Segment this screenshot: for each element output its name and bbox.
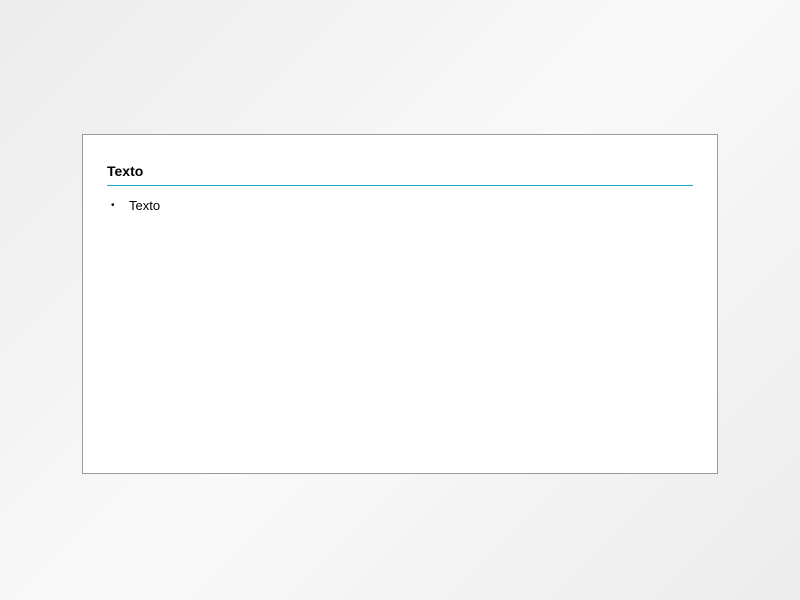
list-item: • Texto	[111, 198, 693, 213]
slide-title: Texto	[107, 163, 693, 179]
bullet-text: Texto	[129, 198, 160, 213]
slide-card: Texto • Texto	[82, 134, 718, 474]
title-divider	[107, 185, 693, 186]
bullet-icon: •	[111, 200, 123, 211]
slide-content: Texto • Texto	[83, 135, 717, 237]
bullet-list: • Texto	[107, 198, 693, 213]
